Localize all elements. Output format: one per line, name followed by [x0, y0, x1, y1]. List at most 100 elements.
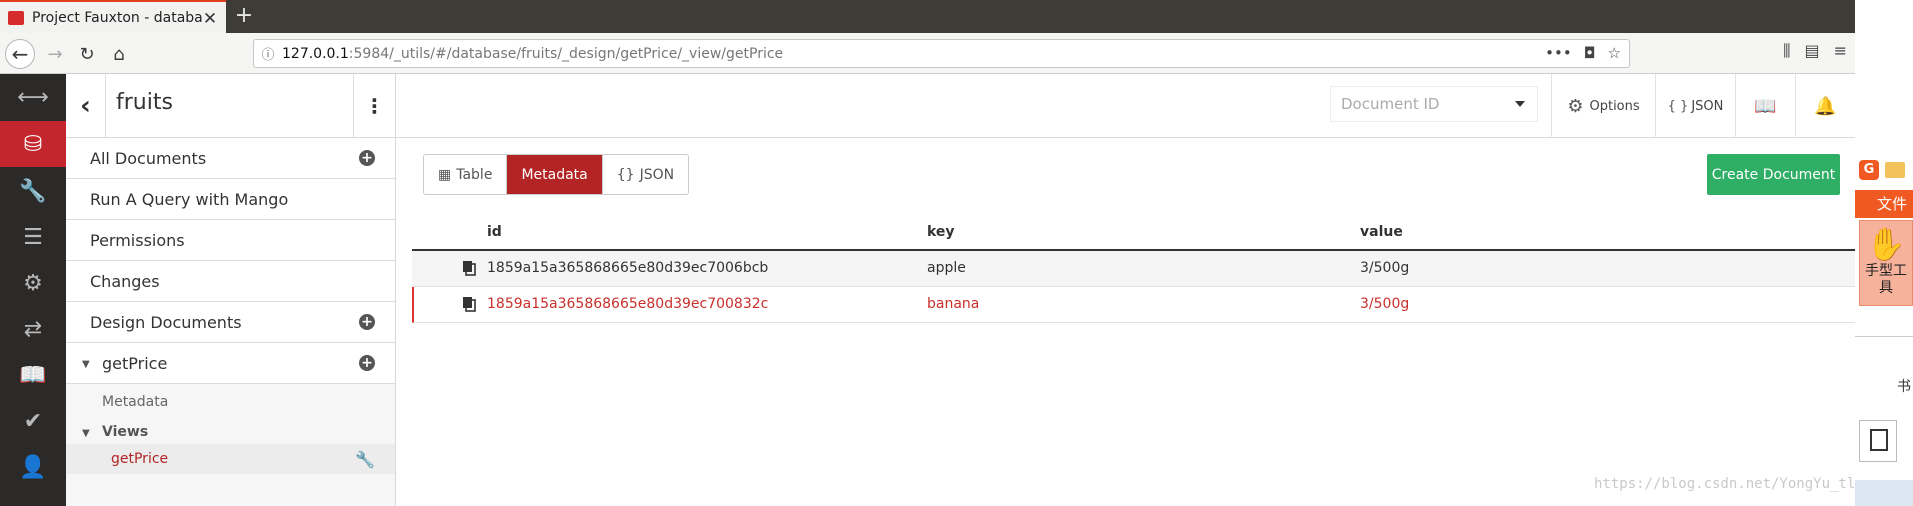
sidebar-toggle-icon[interactable]: ▤ [1804, 41, 1819, 61]
metadata-label: Metadata [102, 394, 169, 410]
url-path: :5984/_utils/#/database/fruits/_design/g… [348, 45, 784, 62]
view-mode-toggle: ▦ Table Metadata {} JSON [423, 154, 690, 195]
info-icon[interactable]: ⓘ [254, 44, 282, 63]
tab-json[interactable]: {} JSON [601, 155, 689, 194]
options-button[interactable]: ⚙ Options [1551, 74, 1655, 138]
sidebar-item-all-docs[interactable]: All Documents + [66, 138, 395, 179]
back-chevron-icon[interactable]: ‹ [66, 74, 106, 138]
sidebar-item-design-doc[interactable]: ▼ getPrice + [66, 343, 395, 384]
tab-table[interactable]: ▦ Table [424, 155, 507, 194]
hand-tool-button[interactable]: ✋ 手型工具 [1859, 220, 1913, 306]
sidebar-item-label: Design Documents [90, 312, 242, 332]
notifications-button[interactable]: 🔔 [1795, 74, 1855, 138]
sidebar-item-mango[interactable]: Run A Query with Mango [66, 179, 395, 220]
verify-check-icon[interactable]: ✔ [0, 398, 66, 444]
page-actions-icon[interactable]: ••• [1545, 44, 1572, 62]
home-icon[interactable]: ⌂ [104, 39, 134, 69]
cell-id: 1859a15a365868665e80d39ec700832c [487, 296, 769, 312]
api-json-button[interactable]: { } JSON [1655, 74, 1735, 138]
table-header: id key value [412, 214, 1855, 251]
sidebar-item-view[interactable]: getPrice 🔧 [66, 444, 395, 474]
book-icon: 📖 [1754, 95, 1777, 117]
url-bar[interactable]: ⓘ 127.0.0.1 :5984/_utils/#/database/frui… [253, 39, 1630, 68]
watermark-text: https://blog.csdn.net/YongYu_tl [1594, 476, 1856, 492]
table-row[interactable]: 1859a15a365868665e80d39ec7006bcb apple 3… [412, 251, 1855, 287]
sidebar-item-views[interactable]: ▼ Views [66, 417, 395, 447]
sidebar-item-label: Run A Query with Mango [90, 189, 289, 209]
library-icon[interactable]: ⫼ [1783, 41, 1790, 61]
close-tab-icon[interactable]: ✕ [202, 9, 218, 29]
active-tasks-icon[interactable]: ☰ [0, 214, 66, 260]
create-document-button[interactable]: Create Document [1707, 154, 1840, 195]
json-label: JSON [1691, 98, 1724, 114]
column-header-value: value [1360, 224, 1403, 240]
app-nav-iconbar: ⟷ ⛁ 🔧 ☰ ⚙ ⇄ 📖 ✔ 👤 [0, 74, 66, 506]
menu-icon[interactable]: ≡ [1834, 41, 1847, 61]
documentation-book-icon[interactable]: 📖 [0, 352, 66, 398]
widget-toolbar: G [1855, 155, 1913, 185]
tab-title: Project Fauxton - databa [32, 9, 203, 26]
user-icon[interactable]: 👤 [0, 444, 66, 490]
expand-triangle-icon[interactable]: ▼ [82, 359, 90, 370]
add-design-doc-plus-icon[interactable]: + [359, 314, 375, 330]
sidebar-item-permissions[interactable]: Permissions [66, 220, 395, 261]
document-id-field[interactable]: Document ID [1330, 86, 1538, 122]
add-view-plus-icon[interactable]: + [359, 355, 375, 371]
reload-icon[interactable]: ↻ [72, 39, 102, 69]
main-header: Document ID ⚙ Options { } JSON 📖 🔔 [396, 74, 1855, 138]
gears-icon: ⚙ [1567, 95, 1584, 117]
table-row[interactable]: 1859a15a365868665e80d39ec700832c banana … [412, 287, 1855, 323]
url-host: 127.0.0.1 [282, 45, 349, 62]
pocket-icon[interactable]: ◘ [1584, 44, 1596, 62]
bookmark-star-icon[interactable]: ☆ [1608, 44, 1621, 62]
hand-tool-label: 手型工具 [1865, 263, 1907, 296]
column-header-id: id [487, 224, 502, 240]
braces-icon: {} [616, 166, 635, 183]
caret-down-icon[interactable] [1515, 101, 1525, 107]
hand-icon: ✋ [1866, 225, 1906, 263]
table-grid-icon: ▦ [438, 166, 452, 183]
browser-tab[interactable]: Project Fauxton - databa ✕ [0, 0, 226, 33]
folder-icon[interactable] [1885, 162, 1905, 178]
g-logo-icon[interactable]: G [1859, 160, 1879, 180]
config-gear-icon[interactable]: ⚙ [0, 260, 66, 306]
document-icon[interactable] [1859, 420, 1897, 462]
cell-value: 3/500g [1360, 296, 1410, 312]
sidebar-item-design-docs[interactable]: Design Documents + [66, 302, 395, 343]
widget-tab-edge [1855, 336, 1913, 366]
more-menu-icon[interactable]: ⋮ [353, 74, 395, 138]
widget-top [1855, 0, 1913, 155]
toggle-nav-icon[interactable]: ⟷ [0, 74, 66, 120]
copy-icon[interactable] [462, 260, 476, 276]
design-doc-name: getPrice [102, 353, 168, 373]
databases-icon[interactable]: ⛁ [0, 121, 66, 167]
wrench-icon[interactable]: 🔧 [355, 450, 375, 469]
cell-value: 3/500g [1360, 260, 1410, 276]
browser-tabbar: Project Fauxton - databa ✕ + [0, 0, 1855, 33]
copy-icon[interactable] [462, 296, 476, 312]
views-label: Views [102, 424, 149, 440]
add-doc-plus-icon[interactable]: + [359, 150, 375, 166]
widget-bottom [1855, 480, 1913, 506]
document-id-placeholder: Document ID [1341, 95, 1440, 113]
new-tab-icon[interactable]: + [232, 3, 256, 28]
setup-wrench-icon[interactable]: 🔧 [0, 168, 66, 214]
toolbar-right: ⫼ ▤ ≡ [1695, 41, 1855, 61]
cell-id: 1859a15a365868665e80d39ec7006bcb [487, 260, 769, 276]
expand-triangle-icon[interactable]: ▼ [82, 428, 90, 439]
main-content: ▦ Table Metadata {} JSON Create Document i… [396, 138, 1855, 506]
browser-navbar: ← → ↻ ⌂ ⓘ 127.0.0.1 :5984/_utils/#/datab… [0, 33, 1855, 74]
results-table: id key value 1859a15a365868665e80d39ec70… [412, 214, 1855, 323]
sidebar-header: ‹ fruits ⋮ [66, 74, 396, 138]
sidebar-item-metadata[interactable]: Metadata [66, 387, 395, 417]
forward-icon[interactable]: → [40, 39, 70, 69]
side-widget-panel: G 文件 ✋ 手型工具 书 [1855, 0, 1913, 506]
replication-icon[interactable]: ⇄ [0, 306, 66, 352]
sidebar-item-changes[interactable]: Changes [66, 261, 395, 302]
tab-label: JSON [639, 166, 675, 183]
back-icon[interactable]: ← [5, 39, 35, 69]
cell-key: banana [927, 296, 980, 312]
file-menu-button[interactable]: 文件 [1855, 190, 1913, 218]
docs-button[interactable]: 📖 [1735, 74, 1795, 138]
tab-metadata[interactable]: Metadata [506, 155, 602, 194]
